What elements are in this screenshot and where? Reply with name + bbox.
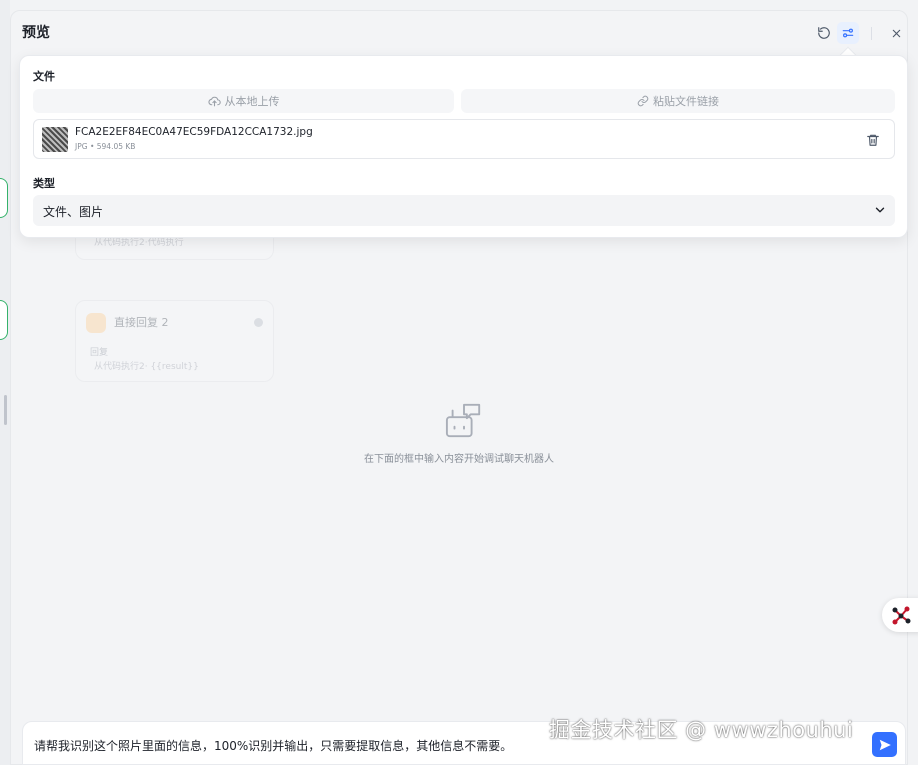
cloud-upload-icon [207,96,221,106]
file-size: 594.05 KB [96,142,136,151]
graph-logo-icon [892,606,911,625]
delete-file-button[interactable] [866,132,882,148]
chatbot-icon [445,403,481,438]
panel-header: 预览 [10,10,908,54]
node-status-dot [254,318,263,327]
type-section-label: 类型 [33,177,55,190]
resize-handle[interactable] [4,395,7,425]
reply-node-icon [86,313,106,333]
background-node-card: 直接回复 2 回复 从代码执行2· {{result}} [75,300,274,382]
reset-button[interactable] [813,22,835,44]
workflow-node-edge[interactable] [0,178,8,218]
file-section-label: 文件 [33,70,55,83]
node-subtext: 回复 [90,348,109,358]
file-type: JPG [75,142,88,151]
type-select[interactable]: 文件、图片 [33,195,895,226]
file-meta-separator: • [89,142,95,151]
paste-link-button[interactable]: 粘贴文件链接 [461,89,895,113]
uploaded-file-item: FCA2E2EF84EC0A47EC59FDA12CCA1732.jpg JPG… [33,119,895,159]
file-thumbnail [42,127,68,152]
canvas-left-strip [0,0,10,765]
settings-button[interactable] [837,22,859,44]
trash-icon [867,134,879,146]
page-title: 预览 [22,25,50,41]
close-icon [892,29,900,37]
send-icon [879,739,891,750]
workflow-node-edge[interactable] [0,300,8,340]
node-subtext: 从代码执行2· {{result}} [94,362,199,372]
type-select-value: 文件、图片 [43,205,104,219]
close-button[interactable] [885,22,907,44]
chat-input-text[interactable]: 请帮我识别这个照片里面的信息，100%识别并输出，只需要提取信息，其他信息不需要… [34,737,512,754]
link-icon [637,95,649,107]
file-meta: JPG • 594.05 KB [75,142,135,151]
sliders-icon [842,28,854,38]
floating-assistant-button[interactable] [882,598,918,632]
upload-local-label: 从本地上传 [224,95,280,108]
file-name: FCA2E2EF84EC0A47EC59FDA12CCA1732.jpg [75,126,313,138]
chevron-down-icon [875,207,885,213]
file-settings-popover: 文件 从本地上传 粘贴文件链接 FCA2E2EF84EC0A47EC59FDA1… [19,55,908,238]
paste-link-label: 粘贴文件链接 [653,95,719,108]
empty-state-text: 在下面的框中输入内容开始调试聊天机器人 [364,454,554,465]
node-title: 直接回复 2 [114,316,169,329]
watermark: 掘金技术社区 @ wwwzhouhui [549,718,854,742]
header-divider [871,27,872,40]
rotate-ccw-icon [818,27,830,39]
upload-local-button[interactable]: 从本地上传 [33,89,454,113]
send-button[interactable] [872,732,897,757]
